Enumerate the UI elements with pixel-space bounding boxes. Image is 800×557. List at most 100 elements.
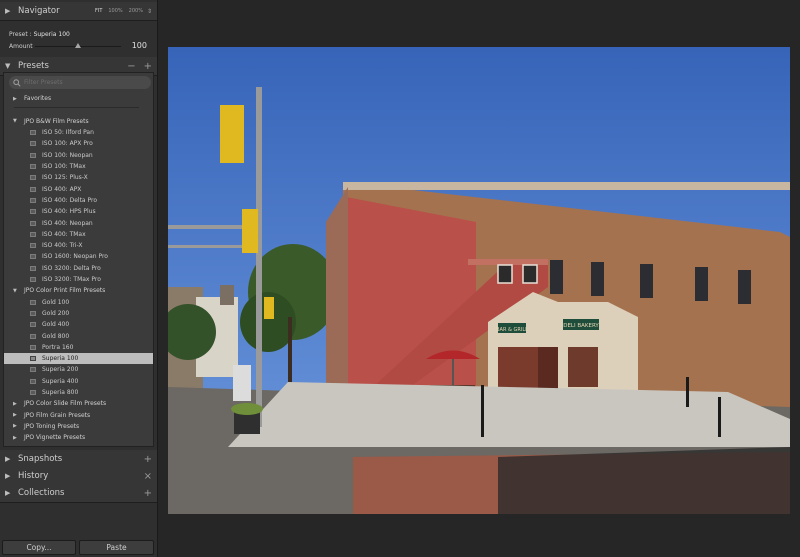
collapse-triangle-icon: ▶ xyxy=(13,434,17,441)
preset-item[interactable]: ISO 400: Tri-X xyxy=(4,240,153,251)
preset-item[interactable]: ISO 1600: Neopan Pro xyxy=(4,251,153,262)
collapse-triangle-icon: ▶ xyxy=(5,472,11,480)
amount-slider[interactable] xyxy=(35,43,121,48)
preset-item-label: Superia 400 xyxy=(42,377,79,385)
preset-item-label: ISO 100: TMax xyxy=(42,163,86,170)
preset-label: Preset : xyxy=(9,31,32,38)
preset-item-label: ISO 100: APX Pro xyxy=(42,140,93,148)
preset-item[interactable]: Gold 400 xyxy=(4,319,153,330)
amount-value[interactable]: 100 xyxy=(132,41,147,50)
sign-deli-bakery: DELI BAKERY xyxy=(563,323,599,329)
preset-search[interactable] xyxy=(9,76,151,89)
amount-slider-thumb[interactable] xyxy=(75,43,81,48)
preset-icon xyxy=(30,378,36,384)
preset-folder-label: JPO Vignette Presets xyxy=(24,434,86,442)
preset-item-label: Gold 100 xyxy=(42,298,70,306)
preset-folder-label: JPO Color Slide Film Presets xyxy=(24,400,107,408)
presets-title: Presets xyxy=(18,61,49,71)
collapse-triangle-icon: ▶ xyxy=(13,412,17,419)
preset-folder-label: JPO Film Grain Presets xyxy=(24,411,91,419)
preset-icon xyxy=(30,356,36,362)
preset-item-label: Gold 800 xyxy=(42,332,70,340)
collapse-triangle-icon: ▶ xyxy=(13,95,17,102)
preset-item-label: ISO 1600: Neopan Pro xyxy=(42,253,108,261)
collapse-triangle-icon: ▶ xyxy=(5,7,11,15)
preset-item[interactable]: ISO 400: TMax xyxy=(4,229,153,240)
preset-icon xyxy=(30,333,36,339)
preset-item-label: Portra 160 xyxy=(42,343,74,351)
preset-item-label: ISO 125: Plus-X xyxy=(42,174,88,182)
preset-folder-label: JPO B&W Film Presets xyxy=(24,117,89,125)
preset-folder[interactable]: ▶ JPO Film Grain Presets xyxy=(4,410,153,421)
preset-item[interactable]: ISO 100: TMax xyxy=(4,161,153,172)
add-snapshot-button[interactable]: + xyxy=(144,454,152,465)
preset-folder[interactable]: ▶ Favorites xyxy=(4,93,153,104)
collapse-triangle-icon: ▶ xyxy=(13,400,17,407)
remove-preset-button[interactable]: − xyxy=(127,61,135,72)
left-panel: ▶ Navigator FIT 100% 200% ⇕ Preset : Sup… xyxy=(0,0,158,557)
expand-triangle-icon: ▼ xyxy=(13,118,17,125)
preset-icon xyxy=(30,231,36,237)
preset-folder[interactable]: ▶ JPO Vignette Presets xyxy=(4,432,153,443)
preset-item[interactable]: Gold 100 xyxy=(4,297,153,308)
add-preset-button[interactable]: + xyxy=(144,61,152,72)
search-input[interactable] xyxy=(21,79,151,86)
photo-canvas[interactable]: BAR & GRILL DELI BAKERY xyxy=(168,47,790,514)
preset-item[interactable]: Superia 100 xyxy=(4,353,153,365)
preset-item-label: ISO 3200: TMax Pro xyxy=(42,276,101,283)
preset-folder[interactable]: ▶ JPO Color Slide Film Presets xyxy=(4,398,153,409)
copy-button[interactable]: Copy... xyxy=(2,540,76,555)
preset-folder[interactable]: ▶ JPO Toning Presets xyxy=(4,421,153,432)
preset-icon xyxy=(30,344,36,350)
preset-item-label: ISO 400: Neopan xyxy=(42,219,93,227)
street-photo: BAR & GRILL DELI BAKERY xyxy=(168,47,790,514)
collections-header[interactable]: ▶ Collections + xyxy=(0,484,157,503)
preset-icon xyxy=(30,175,36,181)
collapse-triangle-icon: ▶ xyxy=(5,489,11,497)
search-icon xyxy=(13,78,21,87)
preset-item[interactable]: Portra 160 xyxy=(4,342,153,353)
presets-list: ▶ Favorites ▼ JPO B&W Film Presets ISO 50: I… xyxy=(3,72,154,447)
preset-item-label: ISO 400: Tri-X xyxy=(42,242,83,250)
zoom-100-button[interactable]: 100% xyxy=(108,8,122,14)
navigator-header[interactable]: ▶ Navigator FIT 100% 200% ⇕ xyxy=(0,2,157,21)
preset-icon xyxy=(30,152,36,158)
preset-item-label: Superia 800 xyxy=(42,389,79,396)
preset-item[interactable]: Superia 800 xyxy=(4,387,153,398)
preset-folder-label: Favorites xyxy=(24,95,52,102)
preset-item[interactable]: Superia 400 xyxy=(4,376,153,387)
preset-item[interactable]: ISO 400: HPS Plus xyxy=(4,206,153,217)
preset-item-label: Gold 400 xyxy=(42,321,70,329)
collapse-triangle-icon: ▶ xyxy=(5,455,11,463)
preset-item[interactable]: ISO 125: Plus-X xyxy=(4,172,153,183)
preset-icon xyxy=(30,390,36,395)
add-collection-button[interactable]: + xyxy=(144,488,152,499)
preset-folder[interactable]: ▼ JPO B&W Film Presets xyxy=(4,116,153,127)
preset-item[interactable]: ISO 100: Neopan xyxy=(4,150,153,161)
clear-history-button[interactable]: × xyxy=(144,471,152,482)
preset-item[interactable]: ISO 3200: TMax Pro xyxy=(4,274,153,285)
preset-item[interactable]: ISO 3200: Delta Pro xyxy=(4,263,153,274)
paste-button[interactable]: Paste xyxy=(79,540,154,555)
preset-item-label: Superia 100 xyxy=(42,355,79,363)
preset-value: Superia 100 xyxy=(33,31,70,38)
navigator-title: Navigator xyxy=(18,6,60,16)
preset-item[interactable]: Gold 800 xyxy=(4,331,153,342)
preset-item[interactable]: Superia 200 xyxy=(4,364,153,375)
zoom-menu-icon[interactable]: ⇕ xyxy=(147,8,152,15)
preset-icon xyxy=(30,322,36,328)
preset-item[interactable]: ISO 50: Ilford Pan xyxy=(4,127,153,138)
preset-amount-area: Preset : Superia 100 Amount 100 xyxy=(3,25,154,57)
preset-icon xyxy=(30,310,36,316)
zoom-200-button[interactable]: 200% xyxy=(129,8,143,14)
preset-item[interactable]: ISO 100: APX Pro xyxy=(4,138,153,149)
preset-item[interactable]: Gold 200 xyxy=(4,308,153,319)
preset-icon xyxy=(30,141,36,147)
preset-item[interactable]: ISO 400: Delta Pro xyxy=(4,195,153,206)
zoom-fit-button[interactable]: FIT xyxy=(95,8,102,14)
preset-folder[interactable]: ▼ JPO Color Print Film Presets xyxy=(4,285,153,296)
preset-folder-label: JPO Toning Presets xyxy=(24,422,80,430)
preset-item[interactable]: ISO 400: APX xyxy=(4,184,153,195)
collapse-triangle-icon: ▶ xyxy=(13,423,17,430)
preset-item[interactable]: ISO 400: Neopan xyxy=(4,218,153,229)
